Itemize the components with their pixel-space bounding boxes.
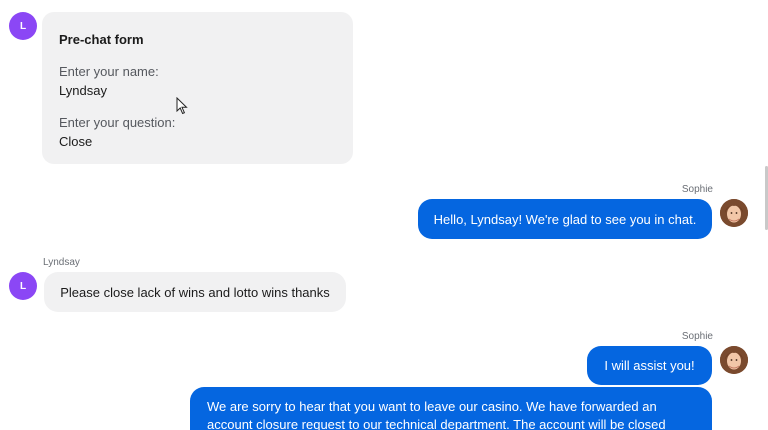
- user-message-bubble: Please close lack of wins and lotto wins…: [44, 272, 346, 312]
- avatar-initial: L: [19, 280, 27, 292]
- message-text: Please close lack of wins and lotto wins…: [60, 284, 330, 300]
- user-avatar: L: [9, 272, 37, 300]
- agent-message-bubble: I will assist you!: [587, 346, 712, 385]
- message-text: Hello, Lyndsay! We're glad to see you in…: [433, 211, 697, 227]
- agent-portrait-icon: [720, 199, 748, 227]
- question-value: Close: [59, 134, 93, 149]
- user-avatar: L: [9, 12, 37, 40]
- prechat-form-title: Pre-chat form: [59, 32, 144, 47]
- agent-portrait-icon: [720, 346, 748, 374]
- sender-name-user: Lyndsay: [43, 257, 80, 268]
- mouse-pointer-icon: [176, 97, 188, 115]
- message-text: I will assist you!: [604, 358, 695, 373]
- prechat-form-card: Pre-chat form Enter your name: Lyndsay E…: [42, 12, 353, 164]
- name-label: Enter your name:: [59, 64, 159, 79]
- message-text: We are sorry to hear that you want to le…: [207, 399, 666, 430]
- sender-name-agent: Sophie: [681, 184, 713, 195]
- chat-transcript: L Pre-chat form Enter your name: Lyndsay…: [0, 0, 768, 430]
- name-value: Lyndsay: [59, 83, 107, 98]
- agent-message-bubble: Hello, Lyndsay! We're glad to see you in…: [418, 199, 712, 239]
- sender-name-agent: Sophie: [681, 331, 713, 342]
- agent-avatar: [720, 346, 748, 374]
- agent-message-bubble: We are sorry to hear that you want to le…: [190, 387, 712, 430]
- question-label: Enter your question:: [59, 115, 176, 130]
- avatar-initial: L: [19, 20, 27, 32]
- agent-avatar: [720, 199, 748, 227]
